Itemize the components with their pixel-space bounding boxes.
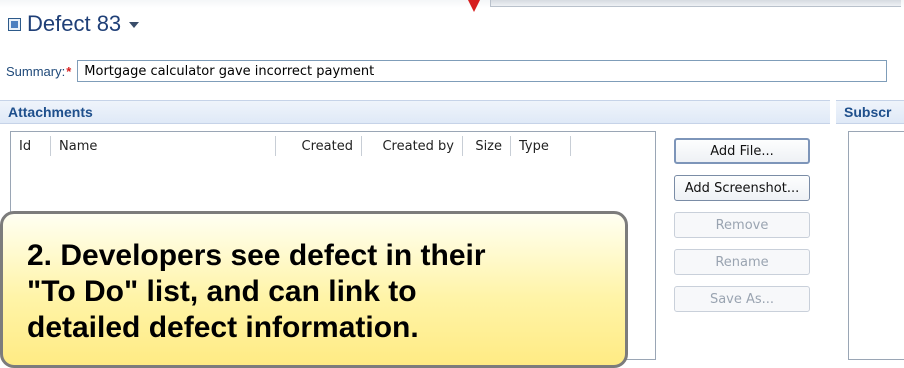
column-header-created[interactable]: Created (276, 136, 362, 156)
title-row: Defect 83 (8, 9, 140, 39)
attachments-title: Attachments (8, 104, 93, 120)
column-header-type[interactable]: Type (511, 136, 571, 156)
column-header-size[interactable]: Size (463, 136, 511, 156)
column-header-size-label: Size (475, 138, 502, 154)
column-header-created-by[interactable]: Created by (362, 136, 463, 156)
attachment-actions: Add File... Add Screenshot... Remove Ren… (674, 138, 812, 323)
callout-note: 2. Developers see defect in their "To Do… (0, 211, 628, 368)
defect-icon (8, 17, 21, 31)
summary-label-text: Summary: (6, 63, 66, 79)
rename-button[interactable]: Rename (674, 249, 810, 275)
defect-editor-slide: Defect 83 Summary:* Attachments Subscr I… (0, 0, 904, 368)
attachments-table-header: Id Name Created Created by Size Type (11, 132, 655, 160)
column-header-id[interactable]: Id (11, 136, 51, 156)
column-header-created-by-label: Created by (382, 138, 454, 154)
column-header-type-label: Type (519, 138, 549, 154)
column-header-created-label: Created (301, 138, 353, 154)
remove-button[interactable]: Remove (674, 212, 810, 238)
add-file-button[interactable]: Add File... (674, 138, 810, 164)
summary-input[interactable] (77, 60, 888, 82)
required-indicator: * (66, 63, 72, 79)
column-header-name-label: Name (59, 138, 98, 154)
page-title: Defect 83 (27, 11, 122, 36)
top-strip (0, 0, 904, 12)
callout-text: 2. Developers see defect in their "To Do… (27, 239, 486, 344)
column-header-name[interactable]: Name (51, 136, 276, 156)
summary-label: Summary:* (6, 64, 71, 79)
save-as-button[interactable]: Save As... (674, 286, 810, 312)
subscribers-panel (848, 131, 904, 360)
subscribers-section-header: Subscr (836, 100, 904, 124)
attachments-section-header: Attachments (0, 100, 830, 124)
pointer-arrow-icon (468, 0, 480, 12)
column-header-id-label: Id (19, 138, 32, 154)
subscribers-title: Subscr (844, 104, 892, 120)
chevron-down-icon[interactable] (129, 22, 140, 28)
summary-row: Summary:* (6, 60, 888, 82)
partial-gray-bar (490, 0, 901, 7)
add-screenshot-button[interactable]: Add Screenshot... (674, 175, 810, 201)
